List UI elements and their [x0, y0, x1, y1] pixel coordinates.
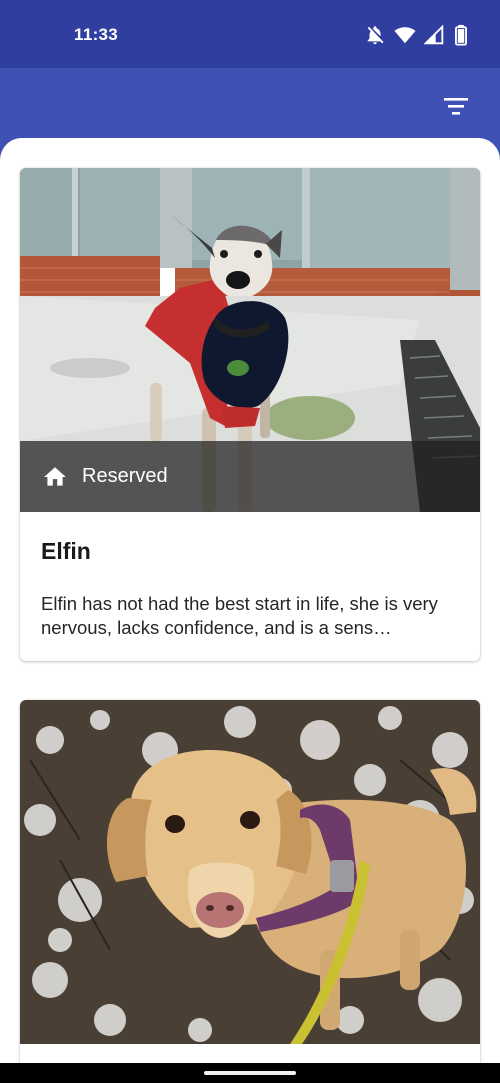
reservation-status: Reserved	[82, 465, 168, 487]
status-time: 11:33	[74, 25, 119, 44]
status-bar: 11:33	[0, 0, 500, 68]
pet-card[interactable]	[20, 700, 480, 1063]
home-gesture-handle[interactable]	[204, 1071, 296, 1075]
filter-button[interactable]	[438, 88, 474, 124]
reservation-banner: Reserved	[20, 441, 480, 512]
app-bar	[0, 68, 500, 148]
status-icons	[364, 24, 468, 46]
pet-card[interactable]: Reserved Elfin Elfin has not had the bes…	[20, 168, 480, 661]
filter-icon	[444, 98, 468, 115]
bell-off-icon	[364, 24, 386, 46]
pet-list[interactable]: Reserved Elfin Elfin has not had the bes…	[0, 138, 500, 1063]
pet-description: Elfin has not had the best start in life…	[41, 593, 438, 638]
pet-name: Elfin	[41, 538, 91, 564]
signal-icon	[423, 24, 446, 46]
wifi-icon	[394, 24, 416, 46]
pet-photo	[20, 700, 480, 1044]
gesture-nav-bar	[0, 1063, 500, 1083]
battery-icon	[454, 24, 468, 46]
home-icon	[44, 466, 66, 486]
